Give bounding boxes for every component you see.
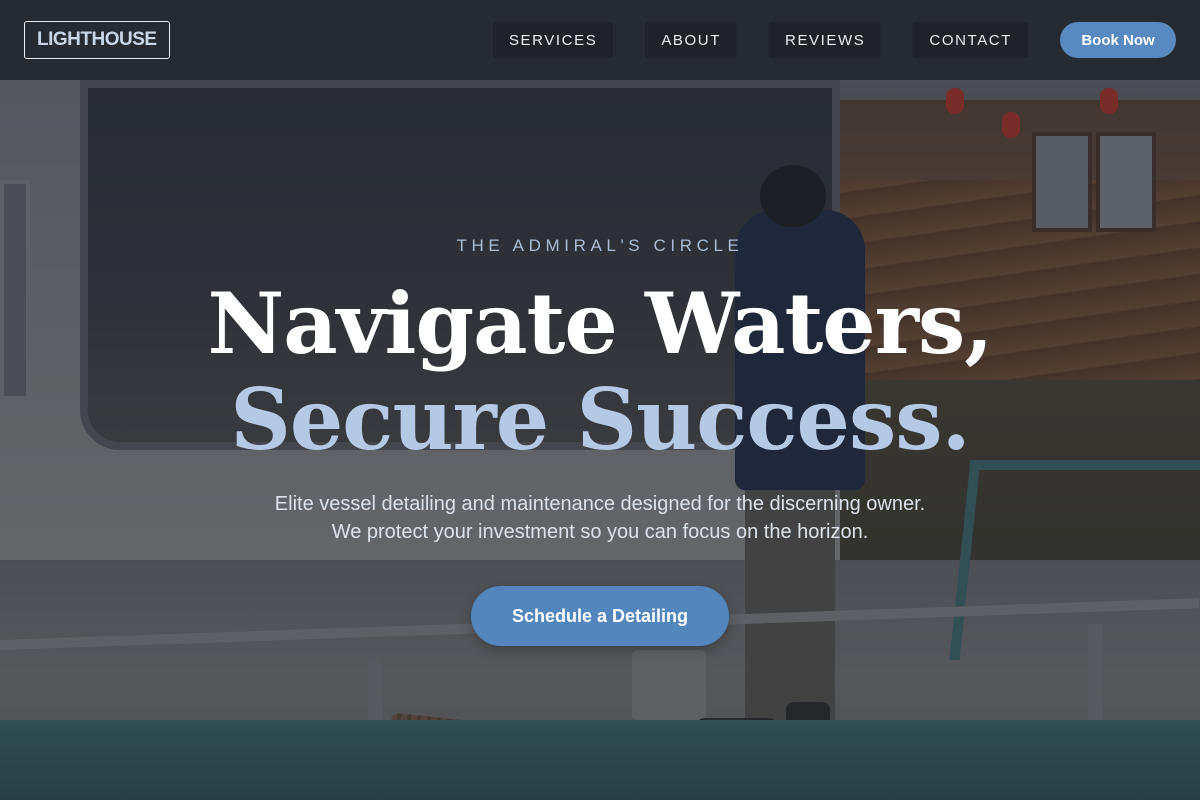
nav-link-about[interactable]: ABOUT bbox=[645, 22, 738, 58]
nav-link-reviews[interactable]: REVIEWS bbox=[769, 22, 882, 58]
hero-headline-line1: Navigate Waters, bbox=[207, 274, 993, 373]
nav-link-services[interactable]: SERVICES bbox=[492, 22, 614, 58]
hero-headline-line2: Secure Success. bbox=[230, 370, 971, 469]
nav-link-contact[interactable]: CONTACT bbox=[913, 22, 1028, 58]
schedule-detailing-button[interactable]: Schedule a Detailing bbox=[471, 586, 729, 646]
site-logo[interactable]: LIGHTHOUSE bbox=[24, 21, 170, 59]
main-nav: SERVICES ABOUT REVIEWS CONTACT Book Now bbox=[492, 22, 1176, 58]
hero-section: THE ADMIRAL'S CIRCLE Navigate Waters, Se… bbox=[0, 80, 1200, 800]
book-now-button[interactable]: Book Now bbox=[1060, 22, 1176, 58]
site-header: LIGHTHOUSE SERVICES ABOUT REVIEWS CONTAC… bbox=[0, 0, 1200, 80]
hero-eyebrow: THE ADMIRAL'S CIRCLE bbox=[456, 236, 744, 255]
hero-subtext: Elite vessel detailing and maintenance d… bbox=[274, 493, 926, 543]
